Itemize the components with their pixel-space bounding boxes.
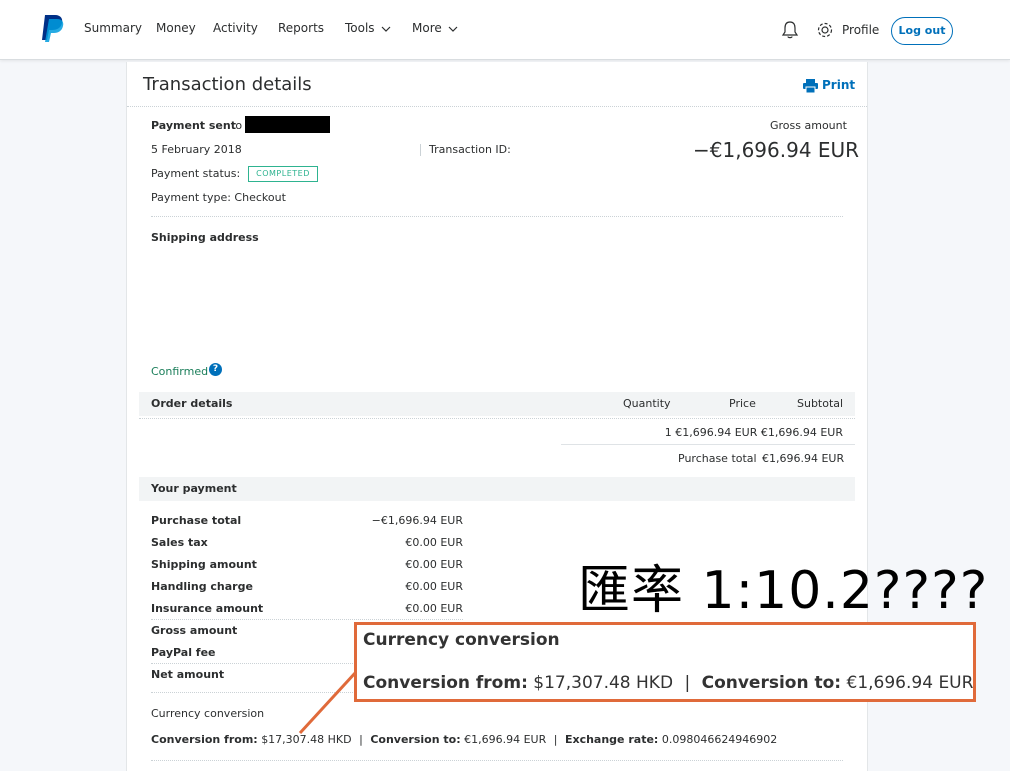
paypal-logo-icon[interactable] (40, 14, 64, 42)
divider (561, 444, 855, 445)
conversion-from-label: Conversion from: (151, 733, 258, 746)
payment-row-label: Shipping amount (151, 558, 257, 571)
annotation-to-label: Conversion to: (701, 673, 842, 693)
help-icon[interactable]: ? (209, 363, 222, 376)
annotation-to-value: €1,696.94 EUR (846, 673, 974, 693)
conversion-to-value: €1,696.94 EUR (464, 733, 547, 746)
nav-summary[interactable]: Summary (84, 21, 142, 35)
payment-row-value: −€1,696.94 EUR (371, 514, 463, 527)
annotation-zoom-box: Currency conversion Conversion from: $17… (354, 622, 976, 702)
payment-sent-label: Payment sent (151, 119, 236, 132)
payment-row-label: Handling charge (151, 580, 253, 593)
payment-row-label: Purchase total (151, 514, 242, 527)
purchase-total-value: €1,696.94 EUR (762, 452, 845, 465)
payment-row-value: €0.00 EUR (405, 602, 463, 615)
gross-amount-value: −€1,696.94 EUR (693, 138, 860, 162)
transaction-date: 5 February 2018 (151, 143, 242, 156)
gross-amount-label: Gross amount (770, 119, 847, 132)
your-payment-header (139, 477, 855, 501)
separator: | (359, 733, 363, 746)
chevron-down-icon (448, 26, 458, 32)
annotation-separator: | (684, 673, 691, 693)
shipping-address-title: Shipping address (151, 231, 259, 244)
bell-icon[interactable] (780, 20, 800, 40)
payment-row-label: Net amount (151, 668, 225, 681)
payment-row-label: Sales tax (151, 536, 208, 549)
payment-row-label: Insurance amount (151, 602, 264, 615)
nav-more-label: More (412, 21, 442, 35)
annotation-conversion-line: Conversion from: $17,307.48 HKD | Conver… (363, 673, 973, 693)
purchase-total-label: Purchase total (678, 452, 757, 465)
payment-status-label: Payment status: (151, 167, 241, 180)
conversion-to-label: Conversion to: (370, 733, 461, 746)
print-label: Print (822, 78, 856, 92)
payment-row-value: €0.00 EUR (405, 558, 463, 571)
nav-more[interactable]: More (412, 21, 458, 35)
payment-type: Payment type: Checkout (151, 191, 286, 204)
profile-link[interactable]: Profile (842, 23, 879, 37)
exchange-rate-value: 0.098046624946902 (661, 733, 778, 746)
divider (151, 216, 843, 217)
top-navigation: Summary Money Activity Reports Tools Mor… (0, 0, 1010, 60)
transaction-id-label: Transaction ID: (429, 143, 511, 156)
annotation-title: Currency conversion (363, 630, 560, 650)
nav-tools[interactable]: Tools (345, 21, 391, 35)
conversion-from-value: $17,307.48 HKD (261, 733, 352, 746)
nav-activity[interactable]: Activity (213, 21, 258, 35)
logout-button[interactable]: Log out (891, 17, 953, 45)
printer-icon (803, 78, 818, 93)
payment-row-value: €0.00 EUR (405, 536, 463, 549)
chevron-down-icon (381, 26, 390, 32)
divider (420, 144, 421, 156)
your-payment-title: Your payment (151, 482, 237, 495)
divider (127, 106, 867, 107)
currency-conversion-line: Conversion from: $17,307.48 HKD | Conver… (151, 733, 777, 746)
currency-conversion-title: Currency conversion (151, 707, 265, 720)
annotation-text: 匯率 1:10.2???? (578, 561, 989, 621)
print-button[interactable]: Print (803, 78, 855, 93)
payment-sent-to: to (231, 119, 243, 132)
divider (151, 760, 843, 761)
order-details-title: Order details (151, 397, 233, 410)
annotation-from-label: Conversion from: (363, 673, 528, 693)
page-title: Transaction details (143, 74, 312, 95)
annotation-from-value: $17,307.48 HKD (533, 673, 674, 693)
payment-row-label: PayPal fee (151, 646, 216, 659)
divider (139, 418, 855, 419)
payment-row-value: €0.00 EUR (405, 580, 463, 593)
order-line-item: 1 €1,696.94 EUR €1,696.94 EUR (664, 426, 843, 439)
shipping-confirmed: Confirmed (151, 365, 209, 378)
gear-icon[interactable] (815, 20, 835, 40)
status-badge: COMPLETED (248, 166, 318, 182)
nav-reports[interactable]: Reports (278, 21, 324, 35)
redacted-recipient (245, 116, 330, 133)
column-price: Price (729, 397, 756, 410)
column-subtotal: Subtotal (797, 397, 844, 410)
separator: | (553, 733, 558, 746)
payment-row-label: Gross amount (151, 624, 238, 637)
column-quantity: Quantity (623, 397, 671, 410)
nav-tools-label: Tools (345, 21, 375, 35)
divider (151, 619, 463, 620)
nav-money[interactable]: Money (156, 21, 196, 35)
exchange-rate-label: Exchange rate: (564, 733, 659, 746)
